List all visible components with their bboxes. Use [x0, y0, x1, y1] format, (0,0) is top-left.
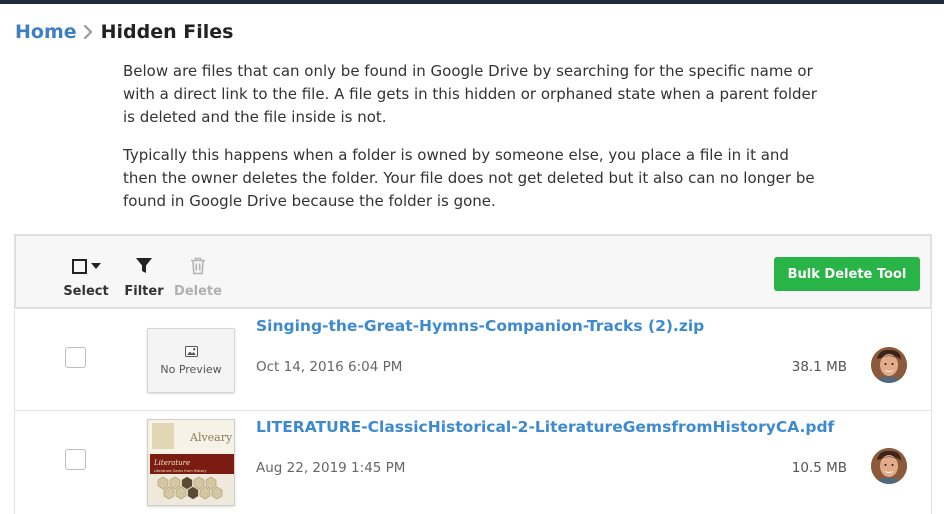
chevron-right-icon	[83, 24, 93, 40]
file-toolbar: Select Filter Delete Bulk Delete Tool	[14, 234, 932, 309]
file-size: 10.5 MB	[791, 460, 847, 476]
file-row: No Preview Singing-the-Great-Hymns-Compa…	[15, 310, 931, 411]
filter-button[interactable]: Filter	[124, 254, 164, 299]
filter-icon	[135, 254, 153, 278]
breadcrumb: Home Hidden Files	[15, 18, 233, 46]
file-thumbnail[interactable]: Alveary Literature Literature Gems from …	[147, 419, 235, 506]
file-list: No Preview Singing-the-Great-Hymns-Compa…	[14, 310, 932, 514]
thumb-title: Literature	[153, 459, 190, 467]
description-paragraph-1: Below are files that can only be found i…	[123, 62, 817, 126]
file-row: Alveary Literature Literature Gems from …	[15, 411, 931, 512]
bulk-delete-tool-button[interactable]: Bulk Delete Tool	[774, 257, 920, 291]
checkbox-dropdown-icon	[71, 254, 101, 278]
select-button[interactable]: Select	[63, 254, 109, 299]
trash-icon	[190, 254, 206, 278]
page-title: Hidden Files	[100, 21, 234, 43]
file-date: Oct 14, 2016 6:04 PM	[256, 359, 403, 375]
description-paragraph-2: Typically this happens when a folder is …	[123, 146, 815, 210]
delete-label: Delete	[174, 284, 222, 299]
row-checkbox[interactable]	[65, 347, 86, 368]
no-preview-label: No Preview	[160, 362, 222, 376]
row-checkbox[interactable]	[65, 449, 86, 470]
filter-label: Filter	[124, 284, 164, 299]
breadcrumb-home-link[interactable]: Home	[15, 21, 77, 43]
image-icon	[184, 345, 198, 357]
avatar[interactable]	[871, 448, 907, 484]
thumb-brand: Alveary	[189, 431, 233, 444]
file-date: Aug 22, 2019 1:45 PM	[256, 460, 406, 476]
thumb-subtitle: Literature Gems from History	[154, 469, 207, 473]
file-name-link[interactable]: Singing-the-Great-Hymns-Companion-Tracks…	[256, 317, 704, 335]
top-nav-bar	[0, 0, 944, 4]
avatar[interactable]	[871, 347, 907, 383]
file-name-link[interactable]: LITERATURE-ClassicHistorical-2-Literatur…	[256, 418, 834, 436]
select-label: Select	[63, 284, 109, 299]
file-size: 38.1 MB	[791, 359, 847, 375]
file-thumbnail[interactable]: No Preview	[147, 328, 235, 393]
description: Below are files that can only be found i…	[123, 60, 823, 213]
delete-button[interactable]: Delete	[174, 254, 222, 299]
